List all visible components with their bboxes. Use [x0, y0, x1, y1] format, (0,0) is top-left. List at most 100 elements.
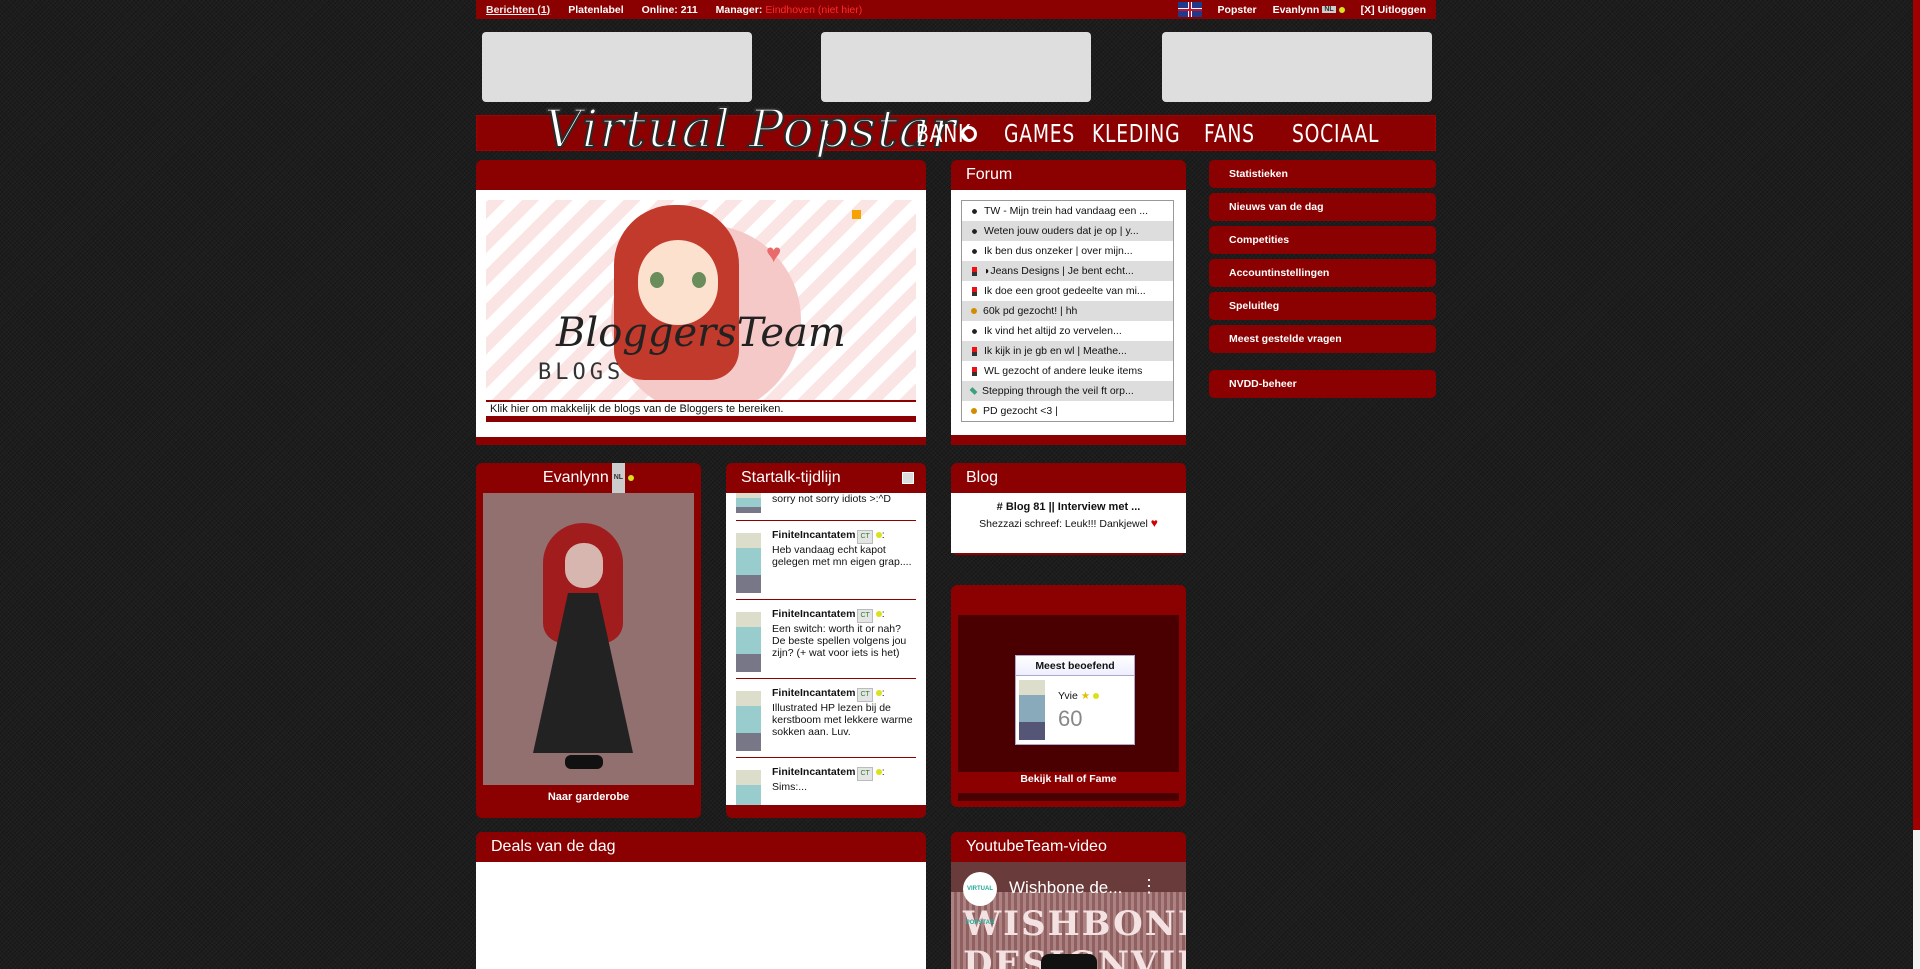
- logout-link[interactable]: [X] Uitloggen: [1361, 4, 1426, 16]
- ad-slot-1[interactable]: [482, 32, 752, 102]
- messages-link[interactable]: Berichten (1): [486, 4, 550, 16]
- post-avatar[interactable]: [736, 691, 761, 751]
- post-avatar[interactable]: [736, 770, 761, 805]
- forum-topic-row[interactable]: Ik vind het altijd zo vervelen...: [962, 321, 1173, 341]
- nl-badge-icon: NL: [1322, 6, 1336, 14]
- timeline-post: FiniteIncantatem CT: Sims:...: [736, 758, 916, 805]
- ct-badge-icon: CT: [857, 530, 873, 544]
- post-avatar[interactable]: [736, 533, 761, 593]
- forum-title[interactable]: Forum: [951, 160, 1186, 190]
- forum-topic-row[interactable]: TW - Mijn trein had vandaag een ...: [962, 201, 1173, 221]
- uk-flag-icon[interactable]: [1177, 2, 1202, 17]
- post-avatar[interactable]: [736, 612, 761, 672]
- more-options-icon[interactable]: ⋮: [1140, 876, 1158, 897]
- timeline-post: FiniteIncantatem CT: Illustrated HP lezen …: [736, 679, 916, 758]
- forum-topic-row[interactable]: WL gezocht of andere leuke items: [962, 361, 1173, 381]
- forum-topic-title: ◗Jeans Designs | Je bent echt...: [984, 265, 1134, 277]
- profile-name[interactable]: Evanlynn: [543, 469, 609, 486]
- forum-topic-row[interactable]: Ik kijk in je gb en wl | Meathe...: [962, 341, 1173, 361]
- expand-icon[interactable]: [902, 472, 914, 484]
- coin-icon: [971, 308, 977, 314]
- online-status-icon: [875, 611, 882, 618]
- post-user[interactable]: FiniteIncantatem: [772, 687, 855, 699]
- startalk-panel: Startalk-tijdlijn sorry not sorry idiots…: [726, 463, 926, 818]
- timeline-post: FiniteIncantatem CT: Heb vandaag echt kapo…: [736, 521, 916, 600]
- lipstick-icon: [972, 286, 977, 296]
- post-avatar[interactable]: [736, 493, 761, 513]
- forum-topic-row[interactable]: 60k pd gezocht! | hh: [962, 301, 1173, 321]
- scrollbar-thumb[interactable]: [1913, 830, 1920, 969]
- deals-title: Deals van de dag: [491, 838, 616, 855]
- post-user[interactable]: FiniteIncantatem: [772, 766, 855, 778]
- bloggers-team-banner[interactable]: ♥ BloggersTeam BLOGS: [486, 200, 916, 400]
- hof-card[interactable]: Meest beoefend Yvie ★ 60: [1015, 655, 1135, 745]
- forum-topic-list: TW - Mijn trein had vandaag een ... Weten…: [961, 200, 1174, 422]
- forum-topic-title: Ik kijk in je gb en wl | Meathe...: [984, 345, 1127, 357]
- forum-topic-row[interactable]: Ik doe een groot gedeelte van mi...: [962, 281, 1173, 301]
- post-user[interactable]: FiniteIncantatem: [772, 529, 855, 541]
- nav-bank[interactable]: BANK: [916, 119, 970, 148]
- forum-topic-row[interactable]: Weten jouw ouders dat je op | y...: [962, 221, 1173, 241]
- menu-faq[interactable]: Meest gestelde vragen: [1209, 325, 1436, 353]
- menu-competities[interactable]: Competities: [1209, 226, 1436, 254]
- nav-sociaal[interactable]: SOCIAAL: [1292, 119, 1378, 148]
- square-icon: [852, 210, 861, 219]
- forum-topic-row[interactable]: ◗Jeans Designs | Je bent echt...: [962, 261, 1173, 281]
- post-user[interactable]: FiniteIncantatem: [772, 608, 855, 620]
- ad-slot-3[interactable]: [1162, 32, 1432, 102]
- deals-content: [476, 862, 926, 969]
- youtube-video[interactable]: WISHBONE DESIGNVIDEO VIRTUAL POPSTAR Wis…: [951, 862, 1186, 969]
- timeline-post: FiniteIncantatem CT: Een switch: worth it …: [736, 600, 916, 679]
- online-status-icon: [875, 690, 882, 697]
- menu-nvdd-beheer[interactable]: NVDD-beheer: [1209, 370, 1436, 398]
- menu-speluitleg[interactable]: Speluitleg: [1209, 292, 1436, 320]
- wardrobe-link[interactable]: Naar garderobe: [476, 791, 701, 803]
- featured-header: [476, 160, 926, 190]
- forum-topic-row[interactable]: Stepping through the veil ft orp...: [962, 381, 1173, 401]
- hof-link[interactable]: Bekijk Hall of Fame: [951, 773, 1186, 785]
- pen-icon: [969, 387, 978, 395]
- menu-nieuws[interactable]: Nieuws van de dag: [1209, 193, 1436, 221]
- popstar-link[interactable]: Popster: [1218, 4, 1257, 16]
- menu-accountinstellingen[interactable]: Accountinstellingen: [1209, 259, 1436, 287]
- avatar[interactable]: [483, 493, 694, 785]
- ad-slot-2[interactable]: [821, 32, 1091, 102]
- forum-topic-row[interactable]: Ik ben dus onzeker | over mijn...: [962, 241, 1173, 261]
- main-nav: BANK GAMES KLEDING FANS SOCIAAL: [916, 115, 1378, 151]
- hof-avatar: [1019, 680, 1045, 740]
- channel-avatar[interactable]: VIRTUAL POPSTAR: [963, 872, 997, 926]
- post-text: Een switch: worth it or nah? De beste sp…: [772, 623, 907, 659]
- menu-statistieken[interactable]: Statistieken: [1209, 160, 1436, 188]
- hall-of-fame-panel: Meest beoefend Yvie ★ 60 Bekijk Hall of …: [951, 585, 1186, 807]
- hof-score: 60: [1058, 706, 1083, 731]
- page-wrapper: Berichten (1) Platenlabel Online: 211 Ma…: [476, 0, 1436, 969]
- play-button[interactable]: [1041, 954, 1097, 969]
- banner-title: BloggersTeam: [556, 310, 846, 356]
- timeline-post: sorry not sorry idiots >:^D: [736, 493, 916, 521]
- user-link[interactable]: Evanlynn NL: [1273, 4, 1345, 16]
- label-link[interactable]: Platenlabel: [568, 4, 623, 16]
- hof-user[interactable]: Yvie: [1058, 690, 1078, 702]
- forum-topic-title: 60k pd gezocht! | hh: [983, 305, 1078, 317]
- forum-topic-title: Ik vind het altijd zo vervelen...: [984, 325, 1122, 337]
- nav-kleding[interactable]: KLEDING: [1092, 119, 1180, 148]
- featured-caption[interactable]: Klik hier om makkelijk de blogs van de B…: [486, 400, 916, 422]
- ct-badge-icon: CT: [857, 609, 873, 623]
- post-text: Illustrated HP lezen bij de kerstboom me…: [772, 702, 913, 738]
- video-title[interactable]: Wishbone de...: [1009, 878, 1122, 898]
- lipstick-icon: [972, 366, 977, 376]
- startalk-feed[interactable]: sorry not sorry idiots >:^D FiniteIncant…: [726, 493, 926, 805]
- forum-topic-row[interactable]: PD gezocht <3 |: [962, 401, 1173, 421]
- profile-header: Evanlynn NL: [476, 463, 701, 493]
- blog-entry-title[interactable]: # Blog 81 || Interview met ...: [951, 501, 1186, 513]
- nav-games[interactable]: GAMES: [1004, 119, 1074, 148]
- scrollbar-track[interactable]: [1913, 0, 1920, 830]
- hof-card-title: Meest beoefend: [1016, 656, 1134, 676]
- star-icon: ★: [1080, 690, 1091, 702]
- site-logo[interactable]: Virtual Popstar: [543, 99, 977, 161]
- coin-icon: [971, 408, 977, 414]
- blog-title[interactable]: Blog: [951, 463, 1186, 493]
- lipstick-icon: [972, 346, 977, 356]
- nav-fans[interactable]: FANS: [1204, 119, 1254, 148]
- forum-topic-title: Ik ben dus onzeker | over mijn...: [984, 245, 1133, 257]
